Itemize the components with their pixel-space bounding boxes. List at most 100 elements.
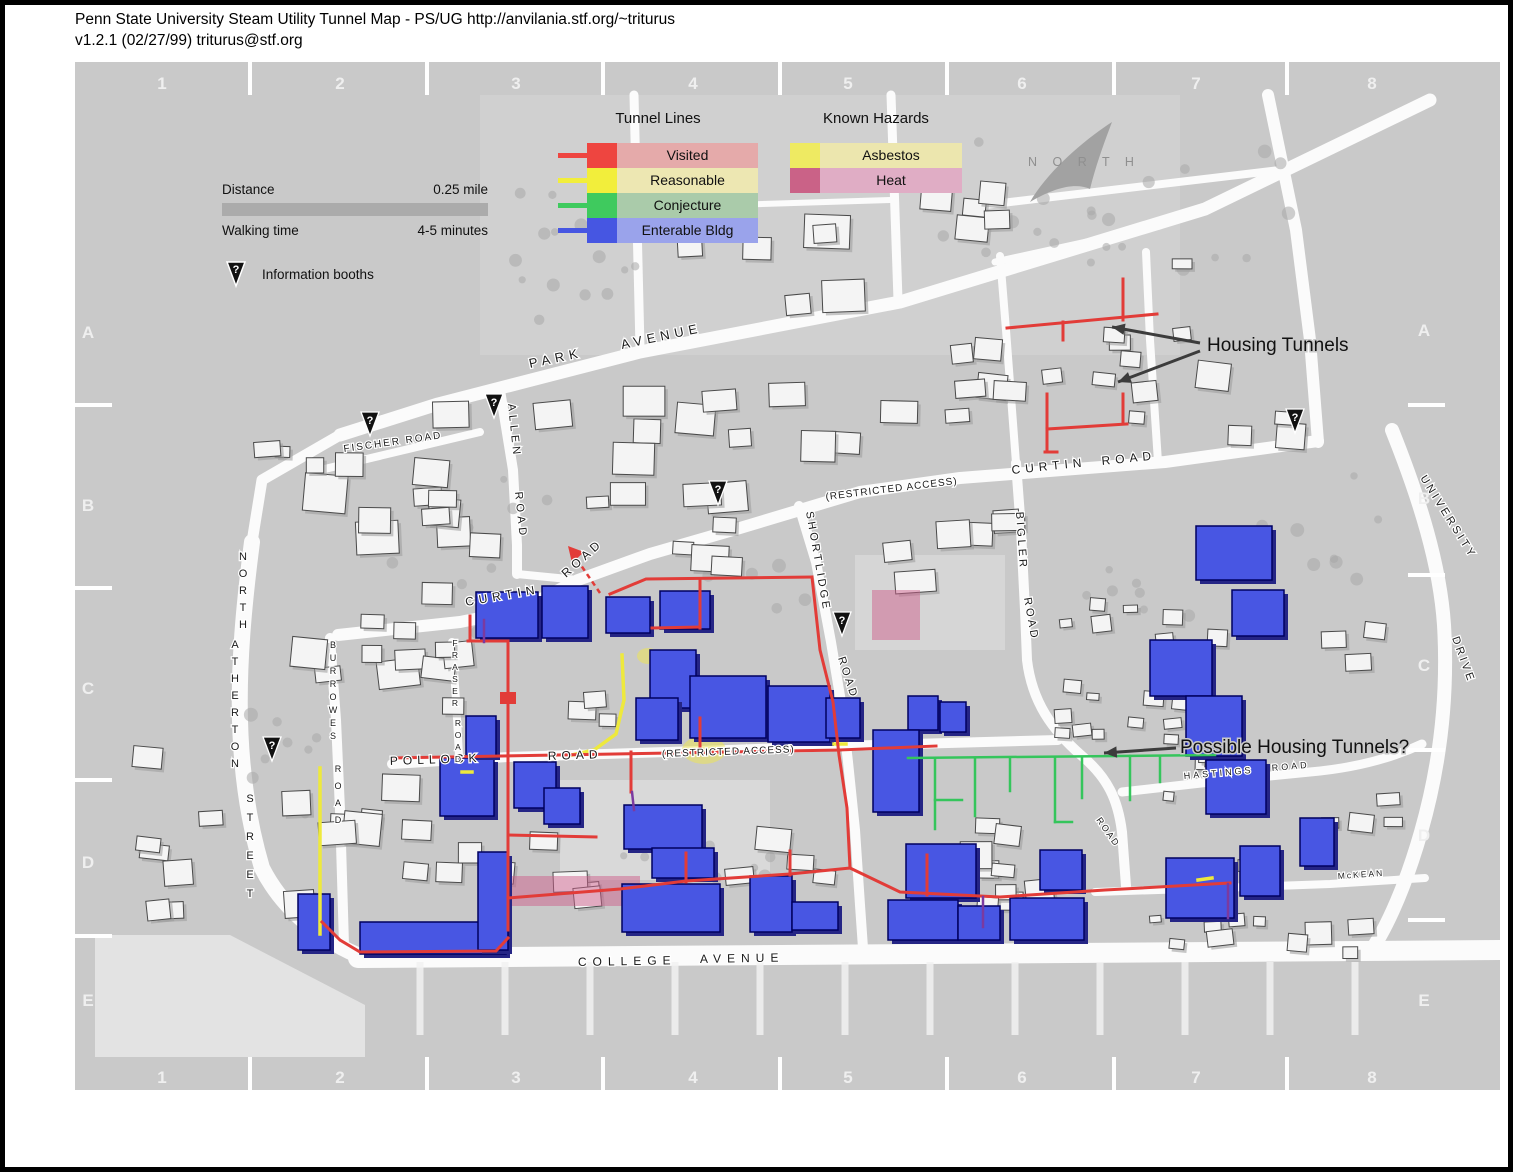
tree (602, 288, 614, 300)
visited-tunnel-node (500, 692, 516, 704)
tree (631, 262, 639, 270)
street-label: T (232, 656, 239, 668)
street-label: T (247, 888, 254, 900)
enterable-building (1040, 850, 1082, 890)
legend-swatch (587, 143, 617, 168)
building (713, 517, 740, 536)
tree (1350, 472, 1357, 479)
tree (621, 266, 628, 273)
grid-tick (1408, 573, 1445, 577)
enterable-building (750, 876, 792, 932)
grid-label: 2 (335, 74, 344, 93)
enterable-building (958, 906, 1000, 940)
street-label: H (239, 619, 247, 631)
building (994, 824, 1025, 850)
grid-label: B (1418, 489, 1430, 508)
grid-label: 2 (335, 1068, 344, 1087)
legend-item: Visited (558, 143, 758, 168)
tree (1275, 157, 1287, 169)
building (135, 836, 164, 856)
tree (387, 557, 399, 569)
grid-tick (1408, 918, 1445, 922)
street-label: R (330, 666, 337, 676)
grid-label: 5 (843, 74, 852, 93)
grid-tick (1408, 748, 1445, 752)
grid-label: 5 (843, 1068, 852, 1087)
building (813, 224, 840, 247)
tree (542, 495, 553, 506)
scale-bar (222, 203, 488, 216)
building (412, 458, 453, 491)
svg-text:?: ? (269, 740, 276, 752)
tree (1087, 259, 1095, 267)
tree (1049, 238, 1059, 248)
tree (457, 579, 467, 589)
building (401, 820, 434, 844)
tree (1242, 254, 1250, 262)
legend-swatch (790, 168, 820, 193)
tree (1106, 566, 1113, 573)
building (394, 622, 419, 642)
street-label: R (452, 650, 458, 660)
grid-label: 8 (1367, 74, 1376, 93)
enterable-building (478, 852, 508, 950)
enterable-building (660, 591, 710, 629)
grid-tick (601, 1057, 605, 1090)
street-label: O (329, 692, 336, 702)
enterable-building (1010, 898, 1084, 940)
street-label: T (240, 602, 247, 614)
grid-label: D (1418, 826, 1430, 845)
grid-label: D (82, 853, 94, 872)
distance-value: 0.25 mile (433, 182, 488, 198)
street-label: R (239, 585, 247, 597)
building (1091, 614, 1115, 636)
enterable-building (298, 894, 330, 950)
building (993, 381, 1029, 405)
legend-swatch (790, 143, 820, 168)
street-label: R (452, 698, 458, 708)
grid-tick (1112, 62, 1116, 95)
street-label: E (246, 869, 253, 881)
street-label: S (330, 731, 336, 741)
tree (1143, 176, 1155, 188)
street-label: A (335, 798, 341, 808)
building (973, 337, 1005, 364)
enterable-building (544, 788, 580, 824)
legend-label: Visited (617, 143, 758, 168)
tree (1135, 588, 1145, 598)
street-label: F (452, 638, 457, 648)
building (1348, 918, 1377, 938)
tree (534, 315, 544, 325)
street-label: N (239, 551, 247, 563)
tree (1282, 207, 1295, 220)
tree (1107, 585, 1118, 596)
grid-label: 6 (1017, 1068, 1026, 1087)
street-label: T (232, 724, 239, 736)
svg-text:?: ? (715, 484, 722, 496)
grid-label: 7 (1191, 1068, 1200, 1087)
building (533, 400, 576, 433)
tree (244, 708, 258, 722)
tree (304, 746, 312, 754)
north-label: N O R T H (1028, 155, 1140, 169)
walking-time-label: Walking time (222, 223, 299, 239)
grid-label: 8 (1367, 1068, 1376, 1087)
visited-tunnel (508, 835, 596, 837)
grid-tick (425, 1057, 429, 1090)
grid-label: 3 (511, 74, 520, 93)
street-label: S (452, 674, 458, 684)
street-label: D (335, 815, 342, 825)
legend-line-sample (558, 203, 587, 208)
enterable-building (622, 884, 720, 932)
tree (1140, 606, 1148, 614)
grid-label: E (1418, 991, 1429, 1010)
callout-label: Housing Tunnels (1207, 335, 1349, 356)
grid-label: 6 (1017, 74, 1026, 93)
enterable-building (1232, 590, 1284, 636)
building (583, 691, 609, 712)
street-label: AVENUE (700, 951, 785, 966)
street-label: W (329, 705, 338, 715)
building (711, 556, 746, 579)
tree (1102, 213, 1115, 226)
tree (981, 248, 991, 258)
